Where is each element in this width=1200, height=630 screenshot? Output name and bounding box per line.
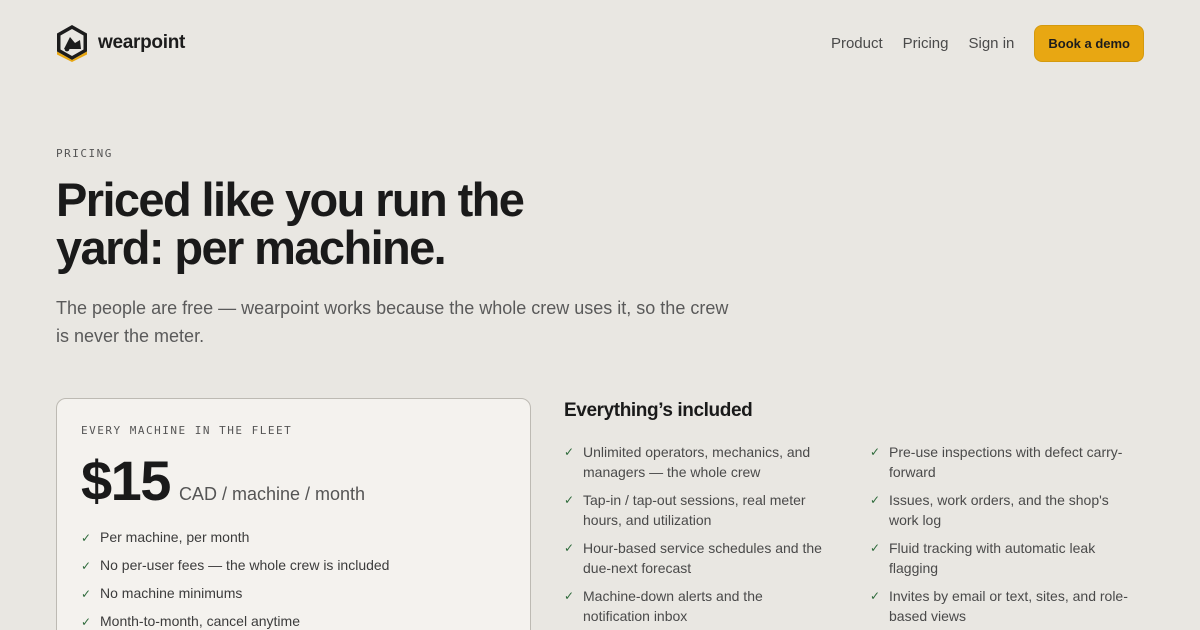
included-title: Everything’s included bbox=[564, 400, 753, 421]
main-nav: Product Pricing Sign in Book a demo bbox=[831, 24, 1144, 62]
list-item: ✓ Fluid tracking with automatic leak flag… bbox=[870, 538, 1144, 578]
nav-pricing[interactable]: Pricing bbox=[903, 35, 949, 52]
page-subtitle: The people are free — wearpoint works be… bbox=[56, 298, 729, 346]
plan-feature-list: ✓ Per machine, per month ✓ No per-user fee… bbox=[81, 529, 506, 630]
checkmark-icon: ✓ bbox=[81, 531, 92, 545]
brand[interactable]: wearpoint bbox=[56, 24, 185, 62]
list-item: ✓ Per machine, per month bbox=[81, 529, 506, 557]
checkmark-icon: ✓ bbox=[564, 589, 575, 603]
logo-icon bbox=[57, 25, 87, 62]
list-item: ✓ No per-user fees — the whole crew is in… bbox=[81, 557, 506, 585]
checkmark-icon: ✓ bbox=[564, 445, 575, 459]
checkmark-icon: ✓ bbox=[870, 493, 881, 507]
checkmark-icon: ✓ bbox=[870, 589, 881, 603]
list-item: ✓ Pre-use inspections with defect carry-f… bbox=[870, 442, 1144, 482]
site-header: wearpoint Product Pricing Sign in Book a… bbox=[56, 22, 1144, 64]
title-line-2: yard: per machine. bbox=[56, 221, 447, 274]
plan-eyebrow: EVERY MACHINE IN THE FLEET bbox=[81, 424, 293, 437]
page-title: Priced like you run the yard: per machin… bbox=[56, 176, 616, 272]
price-row: $15 CAD / machine / month bbox=[81, 453, 506, 509]
included-feature: Hour-based service schedules and the due… bbox=[583, 540, 822, 576]
included-feature: Fluid tracking with automatic leak flagg… bbox=[889, 540, 1096, 576]
title-line-1: Priced like you run the bbox=[56, 173, 525, 226]
included-feature: Unlimited operators, mechanics, and mana… bbox=[583, 444, 811, 480]
price-unit: CAD / machine / month bbox=[178, 484, 366, 504]
included-list: ✓ Unlimited operators, mechanics, and man… bbox=[564, 442, 1144, 626]
list-item: ✓ Unlimited operators, mechanics, and man… bbox=[564, 442, 870, 482]
included-feature: Pre-use inspections with defect carry-fo… bbox=[889, 444, 1123, 480]
plan-feature: Month-to-month, cancel anytime bbox=[100, 613, 300, 629]
nav-product[interactable]: Product bbox=[831, 35, 883, 52]
plan-feature: No per-user fees — the whole crew is inc… bbox=[100, 557, 390, 573]
plan-feature: Per machine, per month bbox=[100, 529, 250, 545]
included-feature: Issues, work orders, and the shop's work… bbox=[889, 492, 1109, 528]
included-feature: Tap-in / tap-out sessions, real meter ho… bbox=[583, 492, 806, 528]
checkmark-icon: ✓ bbox=[870, 445, 881, 459]
checkmark-icon: ✓ bbox=[564, 541, 575, 555]
list-item: ✓ No machine minimums bbox=[81, 585, 506, 613]
list-item: ✓ Invites by email or text, sites, and ro… bbox=[870, 586, 1144, 626]
list-item: ✓ Hour-based service schedules and the du… bbox=[564, 538, 870, 578]
nav-sign-in[interactable]: Sign in bbox=[969, 35, 1015, 52]
price-amount: $15 bbox=[81, 449, 171, 512]
checkmark-icon: ✓ bbox=[81, 587, 92, 601]
list-item: ✓ Tap-in / tap-out sessions, real meter h… bbox=[564, 490, 870, 530]
list-item: ✓ Issues, work orders, and the shop's wor… bbox=[870, 490, 1144, 530]
checkmark-icon: ✓ bbox=[81, 559, 92, 573]
list-item: ✓ Machine-down alerts and the notificatio… bbox=[564, 586, 870, 626]
plan-feature: No machine minimums bbox=[100, 585, 243, 601]
checkmark-icon: ✓ bbox=[870, 541, 881, 555]
pricing-card: EVERY MACHINE IN THE FLEET $15 CAD / mac… bbox=[56, 398, 531, 630]
section-eyebrow: PRICING bbox=[56, 147, 113, 160]
list-item: ✓ Month-to-month, cancel anytime bbox=[81, 613, 506, 630]
book-demo-button[interactable]: Book a demo bbox=[1034, 24, 1144, 62]
brand-name: wearpoint bbox=[98, 32, 186, 53]
included-feature: Machine-down alerts and the notification… bbox=[583, 588, 763, 624]
checkmark-icon: ✓ bbox=[564, 493, 575, 507]
checkmark-icon: ✓ bbox=[81, 615, 92, 629]
included-feature: Invites by email or text, sites, and rol… bbox=[889, 588, 1128, 624]
